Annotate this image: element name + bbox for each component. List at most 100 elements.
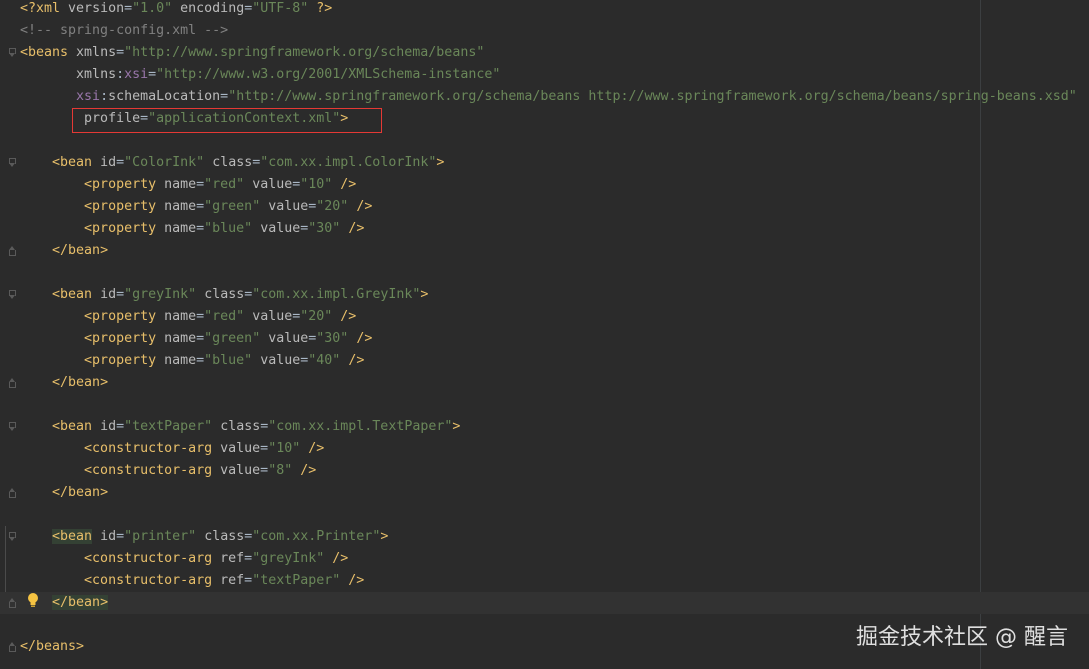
code-line[interactable]: <property name="blue" value="30" /> (0, 218, 1089, 240)
code-token: = (244, 551, 253, 566)
code-line[interactable]: <property name="green" value="20" /> (0, 196, 1089, 218)
code-token: > (452, 419, 461, 434)
code-line[interactable]: <property name="red" value="20" /> (0, 306, 1089, 328)
lightbulb-icon[interactable] (27, 592, 39, 608)
fold-close-icon[interactable] (9, 642, 17, 652)
code-line[interactable]: <property name="green" value="30" /> (0, 328, 1089, 350)
code-token: </bean> (52, 595, 109, 610)
code-line[interactable] (0, 130, 1089, 152)
code-line[interactable]: xsi:schemaLocation="http://www.springfra… (0, 86, 1089, 108)
fold-close-icon[interactable] (9, 598, 17, 608)
fold-open-icon[interactable] (9, 532, 17, 542)
code-line[interactable]: <constructor-arg ref="greyInk" /> (0, 548, 1089, 570)
code-token: "ColorInk" (124, 155, 205, 170)
code-token: : (100, 89, 109, 104)
code-token: name (164, 199, 197, 214)
code-line[interactable]: </bean> (0, 482, 1089, 504)
code-token: "UTF-8" (252, 1, 309, 16)
code-token: value (252, 309, 293, 324)
code-text: <bean id="ColorInk" class="com.xx.impl.C… (20, 152, 444, 174)
code-line[interactable] (0, 394, 1089, 416)
code-line[interactable]: </bean> (0, 372, 1089, 394)
code-text: <?xml version="1.0" encoding="UTF-8" ?> (20, 0, 332, 20)
code-token: "blue" (204, 221, 253, 236)
code-token: /> (348, 221, 365, 236)
code-text: xmlns:xsi="http://www.w3.org/2001/XMLSch… (20, 64, 500, 86)
code-token: <property (84, 177, 165, 192)
code-token: "green" (204, 199, 261, 214)
code-line[interactable]: <!-- spring-config.xml --> (0, 20, 1089, 42)
code-token: "com.xx.impl.ColorInk" (260, 155, 437, 170)
code-line[interactable]: </bean> (0, 240, 1089, 262)
code-token: value (252, 177, 293, 192)
code-line[interactable] (0, 504, 1089, 526)
code-line[interactable]: <constructor-arg value="8" /> (0, 460, 1089, 482)
code-line[interactable]: <property name="red" value="10" /> (0, 174, 1089, 196)
code-token: "http://www.w3.org/2001/XMLSchema-instan… (156, 67, 501, 82)
code-line[interactable]: <?xml version="1.0" encoding="UTF-8" ?> (0, 0, 1089, 20)
code-token: xmlns (76, 67, 117, 82)
code-token: "30" (308, 221, 341, 236)
code-line[interactable]: <bean id="ColorInk" class="com.xx.impl.C… (0, 152, 1089, 174)
code-line[interactable]: <constructor-arg value="10" /> (0, 438, 1089, 460)
fold-open-icon[interactable] (9, 48, 17, 58)
code-token: schemaLocation (108, 89, 221, 104)
code-token: id (100, 287, 117, 302)
code-token: "8" (268, 463, 293, 478)
code-token: "http://www.springframework.org/schema/b… (228, 89, 1077, 104)
code-token: > (436, 155, 445, 170)
code-token: </bean> (52, 485, 109, 500)
code-line[interactable]: <bean id="greyInk" class="com.xx.impl.Gr… (0, 284, 1089, 306)
code-token: ?> (316, 1, 333, 16)
fold-close-icon[interactable] (9, 246, 17, 256)
code-text: <!-- spring-config.xml --> (20, 20, 228, 42)
code-line[interactable]: xmlns:xsi="http://www.w3.org/2001/XMLSch… (0, 64, 1089, 86)
code-token: = (124, 1, 133, 16)
fold-open-icon[interactable] (9, 290, 17, 300)
code-token: name (164, 177, 197, 192)
code-token: </bean> (52, 243, 109, 258)
fold-open-icon[interactable] (9, 422, 17, 432)
code-line[interactable]: <property name="blue" value="40" /> (0, 350, 1089, 372)
code-token: "40" (308, 353, 341, 368)
code-text: </bean> (20, 482, 108, 504)
code-token: <property (84, 309, 165, 324)
code-line[interactable]: </bean> (0, 592, 1089, 614)
code-line[interactable]: <bean id="textPaper" class="com.xx.impl.… (0, 416, 1089, 438)
watermark: 掘金技术社区 @ 醒言 (856, 625, 1068, 650)
code-token: = (220, 89, 229, 104)
code-line[interactable]: <bean id="printer" class="com.xx.Printer… (0, 526, 1089, 548)
code-token: = (196, 221, 205, 236)
code-token: "red" (204, 177, 245, 192)
code-token: <?xml (20, 1, 69, 16)
code-line[interactable] (0, 262, 1089, 284)
code-token: <property (84, 353, 165, 368)
code-token: "com.xx.Printer" (252, 529, 381, 544)
fold-close-icon[interactable] (9, 488, 17, 498)
code-token: "http://www.springframework.org/schema/b… (124, 45, 485, 60)
code-token: id (100, 155, 117, 170)
code-token: > (420, 287, 429, 302)
code-line[interactable]: <constructor-arg ref="textPaper" /> (0, 570, 1089, 592)
code-token: = (196, 331, 205, 346)
code-token: <bean (52, 419, 101, 434)
fold-close-icon[interactable] (9, 378, 17, 388)
code-token: "blue" (204, 353, 253, 368)
code-token: name (164, 353, 197, 368)
code-token: = (148, 67, 157, 82)
fold-open-icon[interactable] (9, 158, 17, 168)
code-editor[interactable]: <?xml version="1.0" encoding="UTF-8" ?> <… (0, 0, 1089, 669)
code-token: "10" (300, 177, 333, 192)
code-token: "greyInk" (124, 287, 197, 302)
code-token: "1.0" (132, 1, 173, 16)
code-token: "20" (316, 199, 349, 214)
code-text: <constructor-arg ref="greyInk" /> (20, 548, 348, 570)
code-line[interactable]: <beans xmlns="http://www.springframework… (0, 42, 1089, 64)
code-token: /> (356, 199, 373, 214)
